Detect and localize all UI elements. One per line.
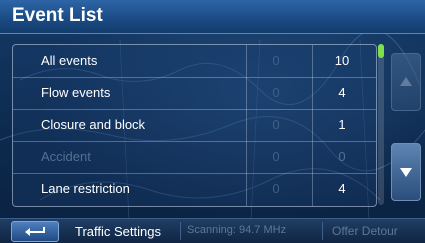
event-list: All events 0 10 Flow events 0 4 Closure … (12, 44, 377, 207)
event-row-all-events[interactable]: All events 0 10 (13, 45, 376, 78)
title-bar: Event List (0, 0, 425, 34)
event-name: Flow events (41, 85, 111, 100)
back-arrow-icon (25, 227, 45, 236)
divider (322, 222, 323, 240)
event-name: Accident (41, 149, 91, 164)
event-row-lane-restriction[interactable]: Lane restriction 0 4 (13, 173, 376, 205)
divider (180, 222, 181, 240)
scroll-down-button[interactable] (391, 143, 421, 201)
event-count-1: 0 (272, 181, 280, 196)
event-name: Closure and block (41, 117, 146, 132)
traffic-settings-button[interactable]: Traffic Settings (75, 224, 161, 239)
arrow-up-icon (400, 77, 412, 86)
event-count-2: 4 (338, 181, 346, 196)
scanning-status: Scanning: 94.7 MHz (187, 224, 286, 236)
event-count-1: 0 (272, 85, 280, 100)
event-row-flow-events[interactable]: Flow events 0 4 (13, 77, 376, 110)
event-count-2: 4 (338, 85, 346, 100)
event-count-2: 0 (338, 149, 346, 164)
event-count-2: 10 (334, 53, 350, 68)
event-name: Lane restriction (41, 181, 130, 196)
arrow-down-icon (400, 168, 412, 177)
event-name: All events (41, 53, 98, 68)
scanning-label: Scanning: (187, 224, 236, 236)
scanning-frequency: 94.7 MHz (239, 224, 287, 236)
event-row-closure-and-block[interactable]: Closure and block 0 1 (13, 109, 376, 142)
event-count-1: 0 (272, 117, 280, 132)
back-button[interactable] (11, 221, 59, 242)
event-count-1: 0 (272, 149, 280, 164)
offer-detour-button: Offer Detour (332, 224, 398, 238)
scroll-up-button[interactable] (391, 53, 421, 111)
event-count-2: 1 (338, 117, 346, 132)
event-count-1: 0 (272, 53, 280, 68)
event-row-accident: Accident 0 0 (13, 141, 376, 174)
event-list-screen: Event List All events 0 10 Flow events 0… (0, 0, 425, 243)
scrollbar-thumb[interactable] (378, 44, 384, 58)
scrollbar-track[interactable] (378, 44, 384, 205)
page-title: Event List (12, 5, 103, 26)
